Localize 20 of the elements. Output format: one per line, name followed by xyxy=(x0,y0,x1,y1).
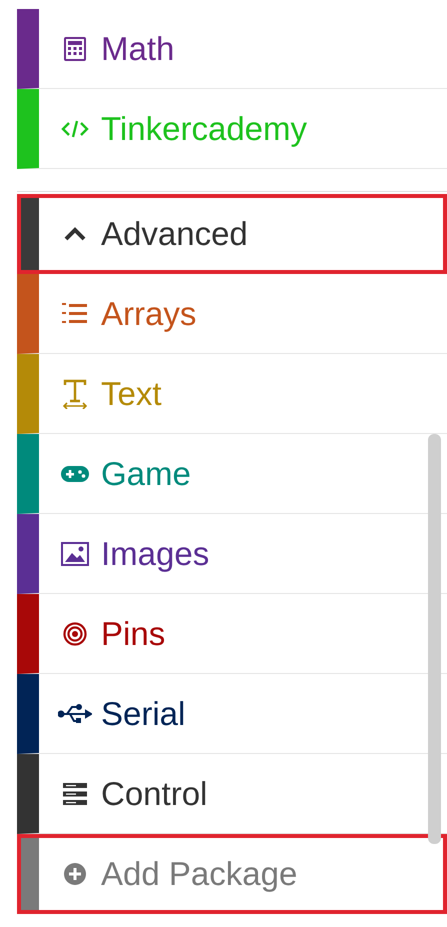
code-icon xyxy=(61,118,89,138)
category-item[interactable]: Math xyxy=(17,9,447,89)
category-item[interactable]: Control xyxy=(17,754,447,834)
add-circle-icon xyxy=(63,862,87,886)
server-icon xyxy=(63,782,87,806)
category-item[interactable]: Advanced xyxy=(17,194,447,274)
category-item[interactable]: Arrays xyxy=(17,274,447,354)
calculator-icon xyxy=(64,36,86,60)
target-icon xyxy=(63,622,87,646)
category-item[interactable]: Images xyxy=(17,514,447,594)
category-item[interactable]: Add Package xyxy=(17,834,447,914)
category-item[interactable]: Pins xyxy=(17,594,447,674)
category-item[interactable]: Serial xyxy=(17,674,447,754)
image-icon xyxy=(61,542,89,566)
chevron-up-icon xyxy=(63,226,87,242)
text-size-icon xyxy=(62,378,88,408)
gamepad-icon xyxy=(60,464,90,484)
scrollbar[interactable] xyxy=(428,434,441,844)
category-item[interactable]: Game xyxy=(17,434,447,514)
usb-icon xyxy=(58,702,92,724)
